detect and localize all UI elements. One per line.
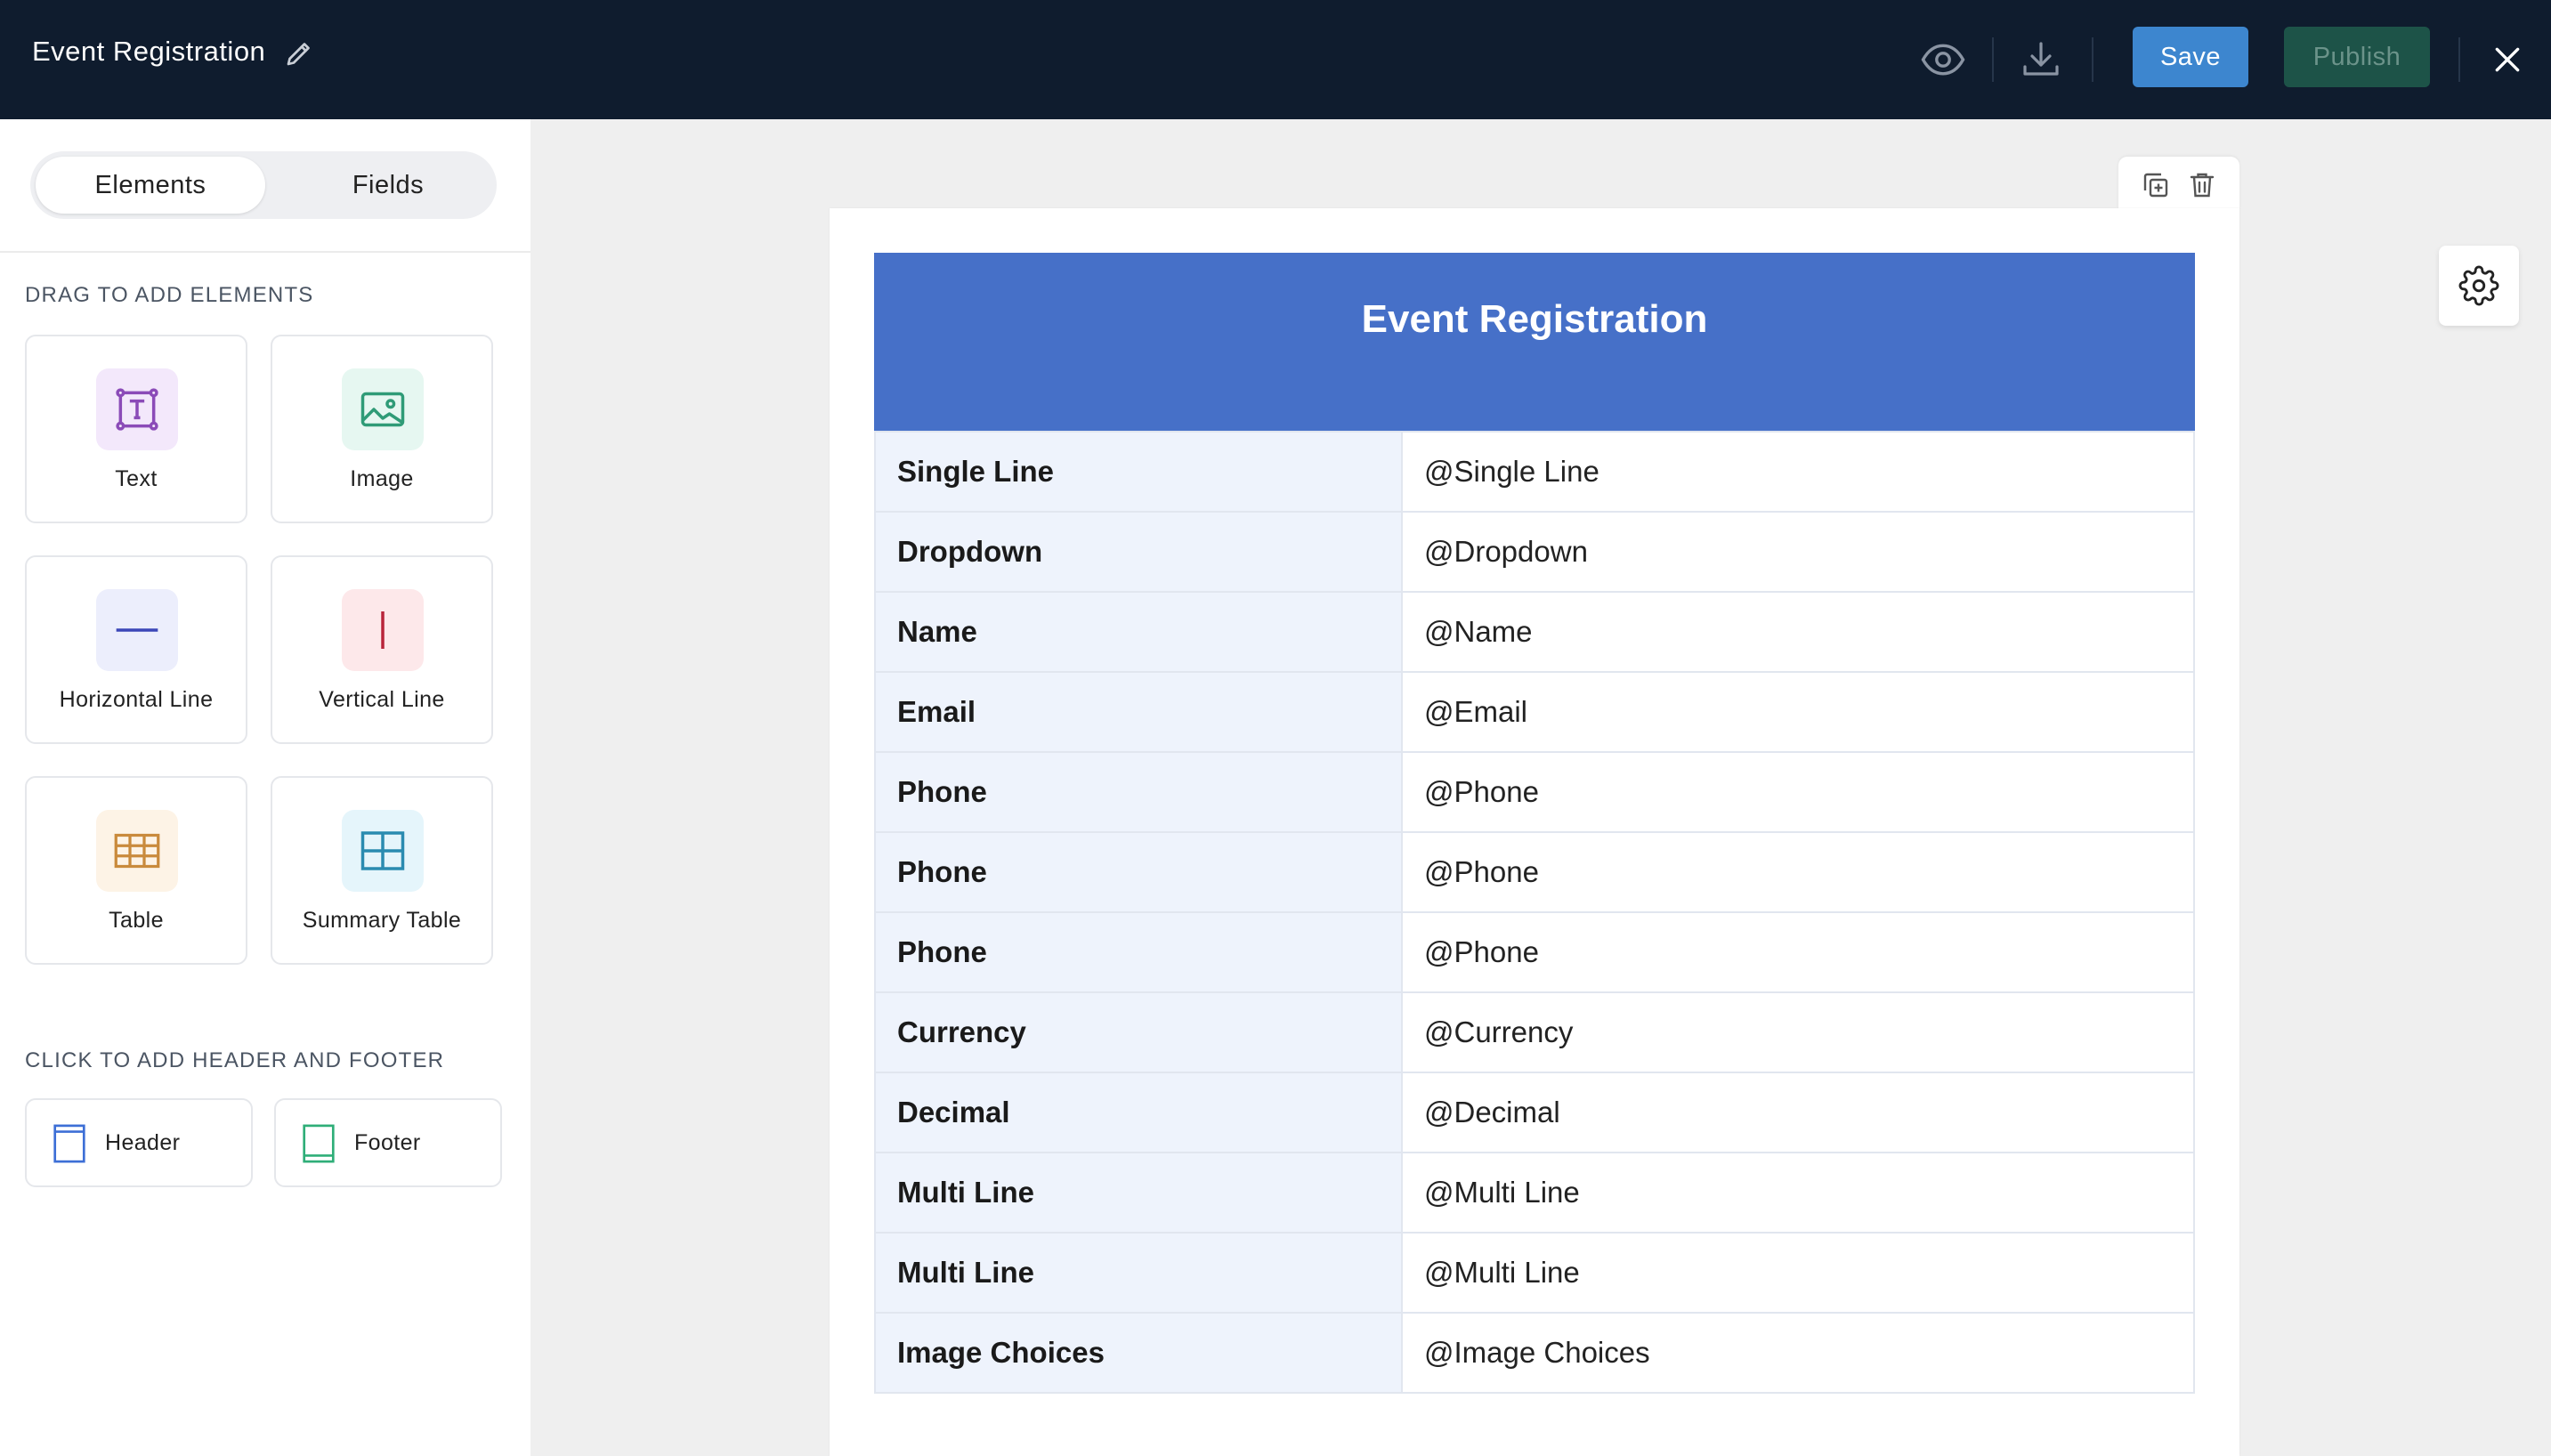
element-label: Vertical Line (319, 687, 445, 712)
table-row: Image Choices @Image Choices (875, 1313, 2194, 1394)
duplicate-icon[interactable] (2140, 169, 2172, 201)
element-summary-table[interactable]: Summary Table (271, 776, 493, 965)
element-table[interactable]: Table (25, 776, 247, 965)
preview-eye-icon[interactable] (1917, 34, 1969, 85)
delete-icon[interactable] (2186, 169, 2218, 201)
element-image[interactable]: Image (271, 335, 493, 523)
download-icon[interactable] (2015, 34, 2067, 85)
form-fields-table[interactable]: Single Line @Single Line Dropdown @Dropdow… (874, 431, 2195, 1394)
field-label: Multi Line (875, 1233, 1403, 1314)
table-row: Email @Email (875, 672, 2194, 753)
tab-elements[interactable]: Elements (36, 157, 265, 214)
vertical-line-icon (342, 589, 424, 671)
form-header-banner[interactable]: Event Registration (874, 253, 2195, 431)
field-label: Name (875, 592, 1403, 673)
field-label: Decimal (875, 1072, 1403, 1153)
field-value: @Dropdown (1402, 512, 2194, 593)
close-icon[interactable] (2482, 34, 2533, 85)
field-label: Dropdown (875, 512, 1403, 593)
settings-button[interactable] (2439, 246, 2519, 326)
toolbar-divider (2092, 37, 2093, 82)
table-row: Currency @Currency (875, 992, 2194, 1073)
page-toolbar (2118, 157, 2239, 210)
table-icon (96, 810, 178, 892)
field-value: @Phone (1402, 912, 2194, 993)
table-row: Decimal @Decimal (875, 1072, 2194, 1153)
top-bar: Event Registration Save Publish (0, 0, 2551, 119)
field-value: @Single Line (1402, 432, 2194, 513)
toolbar-divider (2458, 37, 2460, 82)
field-value: @Name (1402, 592, 2194, 673)
table-row: Multi Line @Multi Line (875, 1153, 2194, 1234)
text-icon (96, 368, 178, 450)
field-value: @Currency (1402, 992, 2194, 1073)
field-value: @Phone (1402, 752, 2194, 833)
field-value: @Image Choices (1402, 1313, 2194, 1394)
sidebar: Elements Fields DRAG TO ADD ELEMENTS Tex… (0, 119, 530, 1456)
field-label: Multi Line (875, 1153, 1403, 1234)
field-label: Currency (875, 992, 1403, 1073)
add-header-button[interactable]: Header (25, 1098, 253, 1187)
table-row: Phone @Phone (875, 832, 2194, 913)
form-title: Event Registration (1361, 297, 1708, 341)
field-value: @Phone (1402, 832, 2194, 913)
toolbar-divider (1992, 37, 1994, 82)
header-footer-section-title: CLICK TO ADD HEADER AND FOOTER (25, 1048, 445, 1072)
horizontal-line-icon (96, 589, 178, 671)
header-label: Header (105, 1130, 181, 1155)
footer-label: Footer (354, 1130, 421, 1155)
image-icon (342, 368, 424, 450)
header-icon (52, 1123, 87, 1164)
publish-button[interactable]: Publish (2284, 27, 2430, 87)
sidebar-tab-switch: Elements Fields (30, 151, 497, 219)
document-title: Event Registration (32, 36, 266, 67)
field-label: Phone (875, 912, 1403, 993)
footer-icon (301, 1123, 336, 1164)
table-row: Phone @Phone (875, 912, 2194, 993)
save-button[interactable]: Save (2133, 27, 2248, 87)
table-row: Dropdown @Dropdown (875, 512, 2194, 593)
add-footer-button[interactable]: Footer (274, 1098, 502, 1187)
field-value: @Multi Line (1402, 1153, 2194, 1234)
tab-fields[interactable]: Fields (290, 157, 486, 214)
field-label: Email (875, 672, 1403, 753)
field-label: Phone (875, 832, 1403, 913)
element-label: Text (115, 466, 158, 491)
field-value: @Email (1402, 672, 2194, 753)
field-label: Image Choices (875, 1313, 1403, 1394)
sidebar-divider (0, 251, 530, 253)
field-value: @Decimal (1402, 1072, 2194, 1153)
field-label: Single Line (875, 432, 1403, 513)
gear-icon (2458, 265, 2499, 306)
field-label: Phone (875, 752, 1403, 833)
table-row: Multi Line @Multi Line (875, 1233, 2194, 1314)
field-value: @Multi Line (1402, 1233, 2194, 1314)
element-label: Image (350, 466, 414, 491)
element-vertical-line[interactable]: Vertical Line (271, 555, 493, 744)
pencil-icon[interactable] (283, 37, 315, 69)
elements-section-title: DRAG TO ADD ELEMENTS (25, 283, 314, 307)
summary-table-icon (342, 810, 424, 892)
element-label: Summary Table (302, 908, 462, 933)
table-row: Phone @Phone (875, 752, 2194, 833)
table-row: Single Line @Single Line (875, 432, 2194, 513)
element-label: Horizontal Line (59, 687, 214, 712)
table-row: Name @Name (875, 592, 2194, 673)
element-label: Table (109, 908, 164, 933)
element-horizontal-line[interactable]: Horizontal Line (25, 555, 247, 744)
element-text[interactable]: Text (25, 335, 247, 523)
